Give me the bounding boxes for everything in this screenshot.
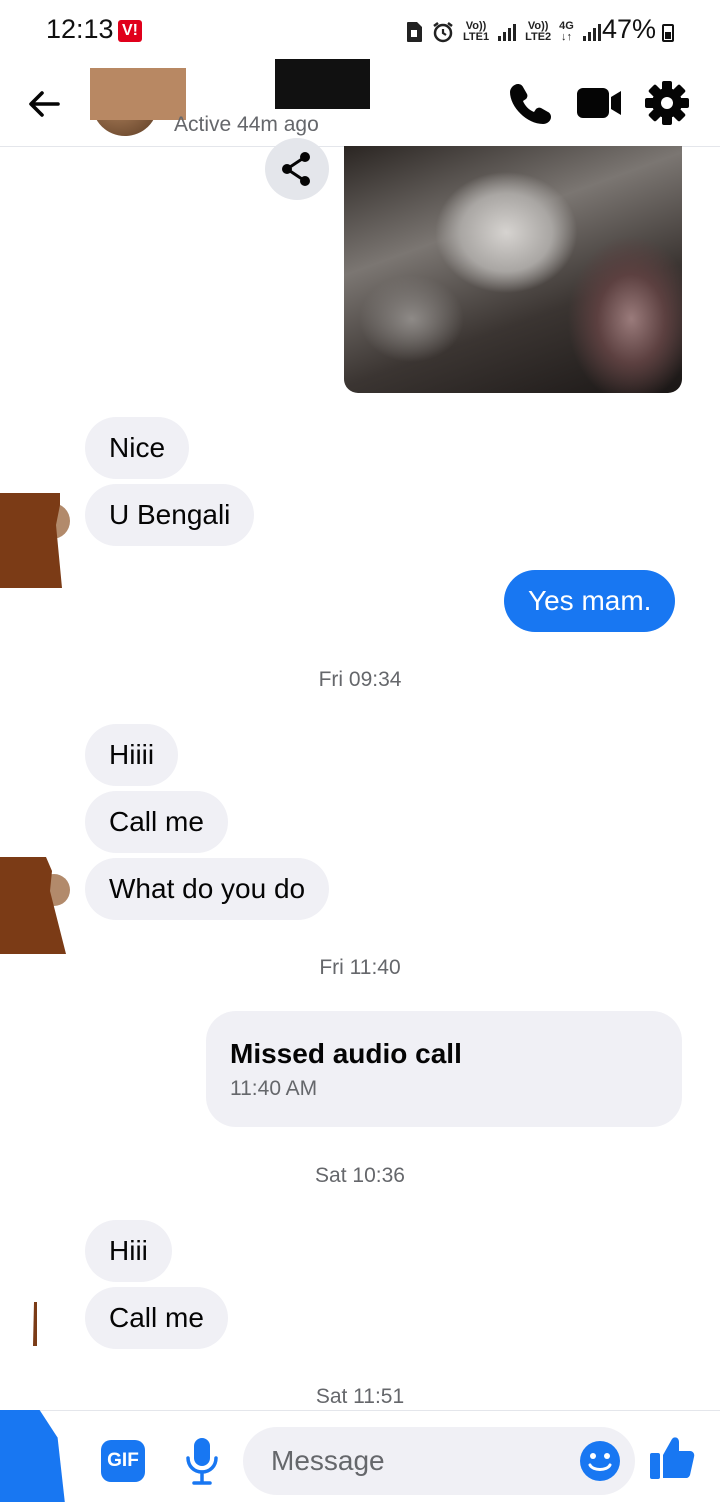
sender-avatar[interactable] [32, 1302, 38, 1346]
share-icon [282, 152, 310, 186]
alarm-icon [433, 22, 453, 43]
share-button[interactable] [265, 138, 329, 200]
chat-header: Active 44m ago [0, 59, 720, 147]
message-bubble-out[interactable]: Yes mam. [504, 570, 676, 632]
timestamp: Fri 11:40 [319, 956, 401, 979]
message-bubble-in[interactable]: What do you do [85, 858, 330, 920]
timestamp: Sat 11:51 [315, 1385, 405, 1408]
timestamp: Fri 09:34 [318, 668, 402, 691]
network-indicator: 4G ↓↑ [559, 20, 574, 43]
call-title: Missed audio call [230, 1038, 462, 1069]
message-input[interactable] [243, 1427, 635, 1495]
sender-avatar[interactable] [0, 493, 70, 588]
emoji-icon[interactable] [579, 1440, 621, 1482]
timestamp: Sat 10:36 [315, 1164, 405, 1187]
message-bubble-in[interactable]: Hiii [85, 1220, 172, 1282]
lte1-indicator: Vo)) LTE1 [463, 20, 490, 43]
battery-icon [662, 24, 674, 42]
microphone-icon[interactable] [183, 1436, 221, 1486]
lte2-indicator: Vo)) LTE2 [525, 20, 552, 43]
battery-percent: 47% [602, 14, 657, 44]
gear-icon[interactable] [644, 80, 690, 126]
video-camera-icon[interactable] [576, 80, 622, 126]
thumbs-up-icon[interactable] [648, 1433, 696, 1481]
status-icons: Vo)) LTE1 Vo)) LTE2 4G ↓↑ [405, 18, 602, 46]
back-arrow-icon[interactable] [24, 84, 64, 124]
status-bar: 12:13 V! Vo)) LTE1 Vo)) LTE2 4G ↓↑ 47% [0, 0, 720, 62]
signal-icon [582, 24, 601, 41]
message-bubble-in[interactable]: Nice [85, 417, 190, 479]
message-bubble-in[interactable]: U Bengali [85, 484, 255, 546]
signal-icon [498, 24, 517, 41]
active-status: Active 44m ago [174, 113, 319, 136]
contact-name-redacted[interactable] [275, 59, 370, 109]
message-bubble-in[interactable]: Hiiii [85, 724, 179, 786]
gif-button[interactable]: GIF [101, 1440, 145, 1482]
carrier-badge: V! [118, 20, 142, 42]
shared-photo[interactable] [344, 146, 682, 393]
phone-icon[interactable] [508, 80, 554, 126]
redaction-block [90, 68, 186, 120]
status-time: 12:13 [46, 14, 114, 44]
sender-avatar[interactable] [0, 857, 70, 954]
message-bubble-in[interactable]: Call me [85, 791, 228, 853]
message-bubble-in[interactable]: Call me [85, 1287, 228, 1349]
call-time: 11:40 AM [230, 1077, 318, 1100]
sim-icon [407, 22, 422, 42]
